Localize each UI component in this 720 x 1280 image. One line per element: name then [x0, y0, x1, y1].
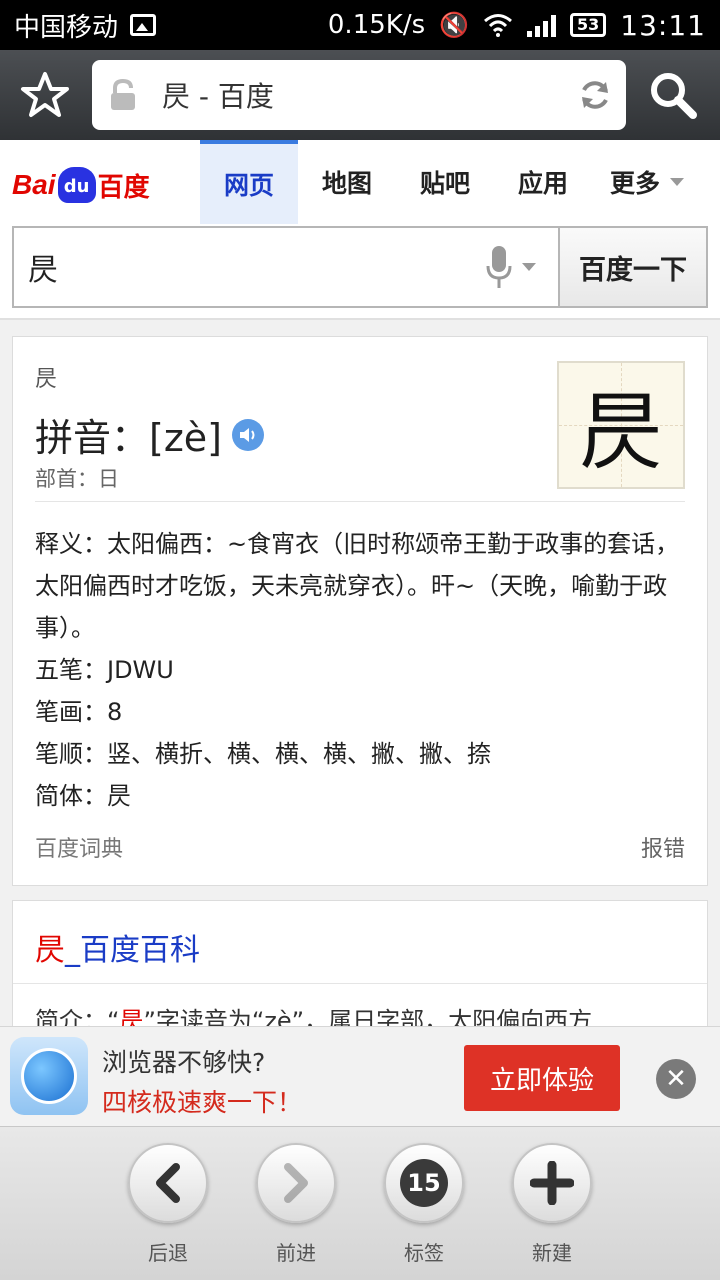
- pinyin: 拼音：[zè]: [35, 416, 222, 460]
- baidu-category-tabs: 网页 地图 贴吧 应用 更多: [200, 140, 702, 224]
- browser-toolbar: 昃 - 百度: [0, 50, 720, 140]
- divider: [13, 983, 707, 984]
- results-content[interactable]: 昃 拼音：[zè] 部首：日 昃 释义：太阳偏西：~食宵衣（旧时称颂帝王勤于政事…: [0, 322, 720, 1026]
- baike-snippet: 简介：“昃”字读音为“zè”，属日字部，太阳偏向西方: [35, 1007, 593, 1026]
- search-row: 百度一下: [0, 224, 720, 320]
- browser-app-icon: [10, 1037, 88, 1115]
- dict-footer: 百度词典 报错: [35, 831, 685, 863]
- back-button[interactable]: 后退: [126, 1143, 210, 1266]
- mute-icon: 🔇: [439, 11, 470, 39]
- speaker-icon[interactable]: [231, 418, 264, 451]
- baidu-header: Bai du 百度 网页 地图 贴吧 应用 更多: [0, 140, 720, 224]
- wifi-icon: [484, 14, 512, 37]
- tab-apps[interactable]: 应用: [494, 140, 592, 224]
- dict-details: 释义：太阳偏西：~食宵衣（旧时称颂帝王勤于政事的套话，太阳偏西时才吃饭，天未亮就…: [35, 523, 687, 817]
- dict-character: 昃: [35, 367, 58, 392]
- battery-icon: 53: [570, 13, 607, 37]
- forward-arrow-icon: [284, 1163, 308, 1203]
- stroke-count: 笔画：8: [35, 698, 123, 726]
- tab-tieba[interactable]: 贴吧: [396, 140, 494, 224]
- baike-result-card[interactable]: 昃_百度百科 简介：“昃”字读音为“zè”，属日字部，太阳偏向西方: [12, 900, 708, 1026]
- signal-icon: [527, 13, 557, 37]
- address-bar[interactable]: 昃 - 百度: [92, 60, 626, 130]
- bottom-navigation: 后退 前进 15 标签 新建: [0, 1126, 720, 1280]
- report-error-link[interactable]: 报错: [641, 831, 685, 863]
- voice-dropdown-icon[interactable]: [522, 263, 536, 271]
- network-speed: 0.15K/s: [327, 10, 426, 40]
- dictionary-card: 昃 拼音：[zè] 部首：日 昃 释义：太阳偏西：~食宵衣（旧时称颂帝王勤于政事…: [12, 336, 708, 886]
- try-now-button[interactable]: 立即体验: [464, 1045, 620, 1111]
- microphone-icon[interactable]: [484, 244, 514, 290]
- paw-icon: du: [57, 167, 96, 203]
- promo-headline: 浏览器不够快?: [102, 1048, 266, 1077]
- forward-button[interactable]: 前进: [254, 1143, 338, 1266]
- tabs-button[interactable]: 15 标签: [382, 1143, 466, 1266]
- back-arrow-icon: [156, 1163, 180, 1203]
- wubi: 五笔：JDWU: [35, 656, 174, 684]
- lock-icon: [111, 78, 135, 110]
- big-character: 昃: [578, 382, 663, 481]
- divider: [35, 501, 685, 502]
- refresh-icon[interactable]: [578, 78, 612, 112]
- search-icon[interactable]: [648, 70, 698, 120]
- page-title-in-address-bar: 昃 - 百度: [162, 80, 274, 113]
- promo-subline: 四核极速爽一下！: [102, 1088, 303, 1117]
- clock: 13:11: [620, 8, 706, 42]
- carrier-name: 中国移动: [14, 12, 119, 43]
- search-box: [12, 226, 558, 308]
- tab-count-badge: 15: [400, 1159, 448, 1207]
- pinyin-line: 拼音：[zè]: [35, 407, 264, 462]
- simplified: 简体：昃: [35, 782, 131, 810]
- status-bar: 中国移动 0.15K/s 🔇 53 13:11: [0, 0, 720, 50]
- star-icon: [21, 72, 69, 117]
- chevron-down-icon: [670, 178, 684, 186]
- search-submit-button[interactable]: 百度一下: [558, 226, 708, 308]
- promo-banner: 浏览器不够快? 四核极速爽一下！ 立即体验 ✕: [0, 1026, 720, 1126]
- tab-more[interactable]: 更多: [592, 140, 702, 224]
- search-input[interactable]: [28, 249, 484, 285]
- baidu-logo[interactable]: Bai du 百度: [12, 160, 150, 210]
- tab-map[interactable]: 地图: [298, 140, 396, 224]
- plus-icon: [530, 1161, 574, 1205]
- baike-title-link[interactable]: 昃_百度百科: [35, 925, 200, 969]
- definition: 释义：太阳偏西：~食宵衣（旧时称颂帝王勤于政事的套话，太阳偏西时才吃饭，天未亮就…: [35, 530, 680, 642]
- stroke-order: 笔顺：竖、横折、横、横、横、撇、撇、捺: [35, 740, 491, 768]
- image-notification-icon: [130, 14, 157, 36]
- dict-source-link[interactable]: 百度词典: [35, 831, 123, 863]
- radical: 部首：日: [35, 467, 119, 491]
- character-image: 昃: [557, 361, 685, 489]
- new-tab-button[interactable]: 新建: [510, 1143, 594, 1266]
- bookmark-star-button[interactable]: [14, 64, 76, 126]
- tab-web[interactable]: 网页: [200, 140, 298, 224]
- close-icon[interactable]: ✕: [656, 1059, 696, 1099]
